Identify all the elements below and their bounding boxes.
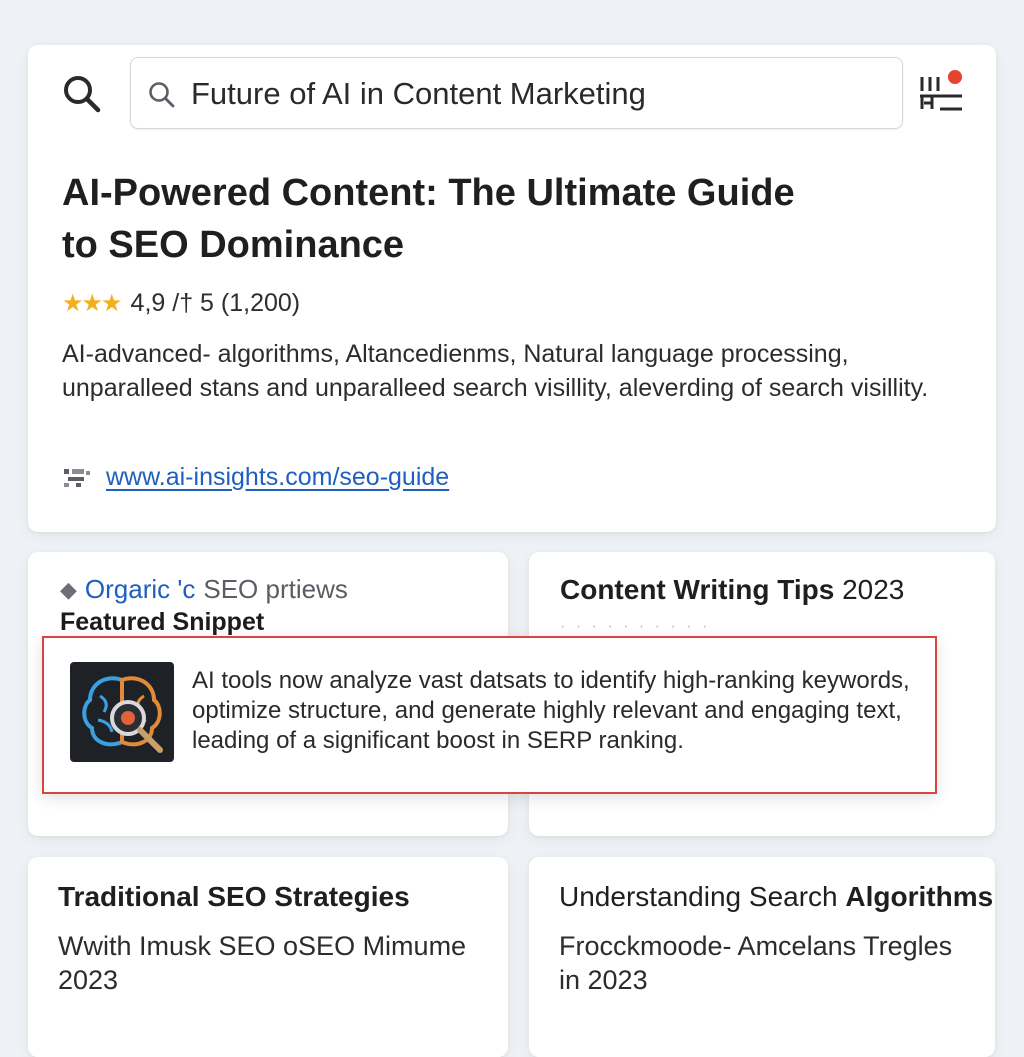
search-field-icon [149, 82, 175, 108]
traditional-seo-subtitle: Wwith Imusk SEO oSEO Mimume 2023 [58, 931, 467, 995]
main-result-card: AI-Powered Content: The Ultimate Guide t… [28, 45, 996, 532]
featured-snippet-box[interactable]: AI tools now analyze vast datsats to ide… [42, 636, 937, 794]
traditional-seo-card[interactable]: Traditional SEO Strategies Wwith Imusk S… [28, 857, 508, 1057]
traditional-seo-title[interactable]: Traditional SEO Strategies [58, 881, 410, 913]
search-algorithms-card[interactable]: Understanding Search Algorithms Frocckmo… [529, 857, 995, 1057]
search-input[interactable] [191, 72, 881, 116]
brain-magnifier-icon [70, 662, 174, 762]
notification-dot [948, 70, 962, 84]
star-rating-icon: ★★★ [62, 290, 123, 317]
site-icon [64, 468, 90, 487]
organic-label[interactable]: Orgaric 'c [85, 574, 195, 605]
result-url-row: www.ai-insights.com/seo-guide [62, 463, 449, 492]
organic-sublabel: SEO prtiews [203, 574, 348, 604]
tips-card-title[interactable]: Content Writing Tips 2023 [560, 574, 904, 606]
result-title[interactable]: AI-Powered Content: The Ultimate Guide t… [62, 167, 822, 271]
featured-snippet-label: Featured Snippet [60, 608, 265, 636]
algorithms-title-bold: Algorithms [845, 881, 994, 912]
tips-title-text: Content Writing Tips [560, 574, 835, 605]
diamond-icon: ◆ [60, 576, 77, 602]
filter-menu-icon[interactable] [918, 69, 964, 115]
search-icon[interactable] [60, 72, 104, 116]
rating: ★★★ 4,9 /† 5 (1,200) [62, 289, 300, 318]
algorithms-title-part: Understanding Search [559, 881, 838, 912]
search-bar[interactable] [130, 57, 903, 129]
result-url-link[interactable]: www.ai-insights.com/seo-guide [106, 463, 449, 492]
rating-text: 4,9 /† 5 (1,200) [130, 289, 301, 317]
snippet-text: AI tools now analyze vast datsats to ide… [192, 667, 910, 754]
organic-label-row: ◆ Orgaric 'c SEO prtiews [60, 574, 348, 605]
tips-title-year: 2023 [842, 574, 905, 605]
faded-placeholder-text: · · · · · · · · · · [560, 618, 711, 635]
search-algorithms-title[interactable]: Understanding Search Algorithms [559, 881, 993, 913]
result-description: AI-advanced- algorithms, Altancedienms, … [62, 340, 929, 402]
search-algorithms-subtitle: Frocckmoode- Amcelans Tregles in 2023 [559, 931, 953, 995]
